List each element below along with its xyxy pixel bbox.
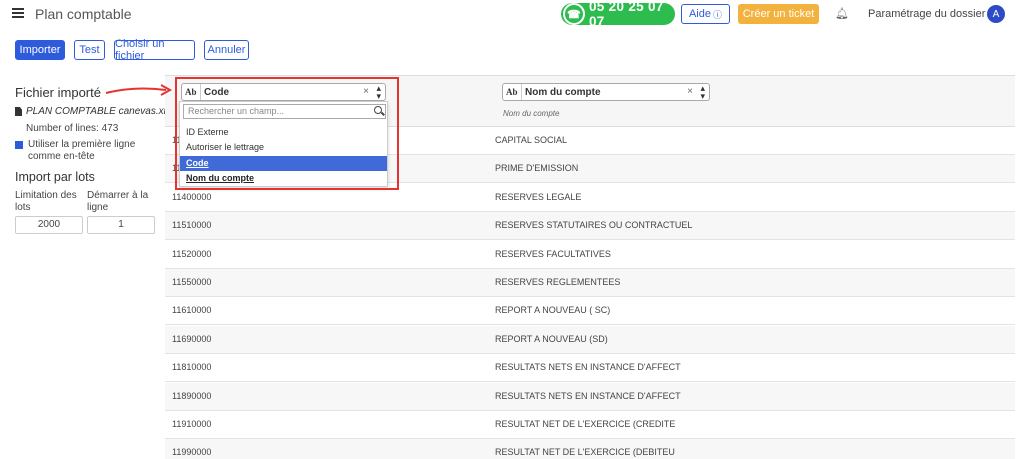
help-label: Aide — [688, 8, 711, 20]
account-name-cell: REPORT A NOUVEAU (SD) — [495, 333, 608, 344]
table-row: 11550000 RESERVES REGLEMENTEES — [165, 269, 1015, 297]
code-cell: 11990000 — [172, 447, 212, 458]
highlight-frame — [175, 77, 399, 190]
account-name-cell: RESERVES LEGALE — [495, 191, 582, 202]
batch-limit-label: Limitation des lots — [15, 190, 77, 213]
bell-icon[interactable]: 🔔︎ — [835, 7, 849, 20]
table-row: 11990000 RESULTAT NET DE L'EXERCICE (DEBI… — [165, 439, 1015, 459]
account-name-cell: CAPITAL SOCIAL — [495, 135, 568, 145]
file-name: PLAN COMPTABLE canevas.xlsx — [26, 106, 176, 117]
menu-icon[interactable] — [12, 8, 24, 18]
file-name-line: PLAN COMPTABLE canevas.xlsx — [15, 106, 176, 117]
code-cell: 11520000 — [172, 248, 212, 259]
code-cell: 11400000 — [172, 191, 212, 202]
question-circle-icon: ⓘ — [713, 9, 723, 20]
table-row: 11520000 RESERVES FACULTATIVES — [165, 241, 1015, 269]
avatar[interactable]: A — [987, 5, 1005, 23]
headset-icon: ☎ — [563, 3, 585, 25]
line-count: Number of lines: 473 — [26, 123, 119, 134]
table-row: 11510000 RESERVES STATUTAIRES OU CONTRACT… — [165, 212, 1015, 241]
code-cell: 11910000 — [172, 419, 212, 429]
account-name-cell: RESERVES STATUTAIRES OU CONTRACTUEL — [495, 220, 693, 231]
code-cell: 11610000 — [172, 305, 212, 316]
top-bar: Plan comptable ☎ 05 20 25 07 07 Aide ⓘ C… — [0, 0, 1024, 30]
import-button[interactable]: Importer — [15, 40, 65, 60]
document-icon — [15, 107, 22, 116]
use-first-line-label: Utiliser la première ligne comme en-tête — [28, 139, 136, 162]
help-button[interactable]: Aide ⓘ — [681, 4, 730, 24]
create-ticket-button[interactable]: Créer un ticket — [738, 4, 819, 24]
column-hint: Nom du compte — [503, 109, 560, 118]
account-name-cell: RESULTATS NETS EN INSTANCE D'AFFECT — [495, 362, 681, 373]
code-cell: 11810000 — [172, 362, 212, 373]
batch-limit-input[interactable]: 2000 — [15, 216, 83, 234]
start-line-label: Démarrer à la ligne — [87, 190, 149, 213]
clear-icon[interactable]: × — [687, 86, 693, 97]
text-type-icon: Ab — [506, 87, 518, 97]
table-row: 11890000 RESULTATS NETS EN INSTANCE D'AFF… — [165, 382, 1015, 411]
red-arrow-icon — [105, 84, 173, 96]
account-name-cell: RESULTAT NET DE L'EXERCICE (CREDITE — [495, 419, 676, 429]
table-row: 11610000 REPORT A NOUVEAU ( SC) — [165, 297, 1015, 326]
account-name-cell: RESULTATS NETS EN INSTANCE D'AFFECT — [495, 390, 681, 401]
code-cell: 11510000 — [172, 220, 212, 231]
test-button[interactable]: Test — [74, 40, 105, 60]
start-line-input[interactable]: 1 — [87, 216, 155, 234]
use-first-line-checkbox[interactable]: Utiliser la première ligne comme en-tête — [15, 139, 155, 163]
account-name-cell: RESERVES REGLEMENTEES — [495, 277, 621, 287]
code-cell: 11690000 — [172, 333, 212, 344]
column-mapping-select-name[interactable]: Ab Nom du compte × ▴ ▾ — [502, 83, 710, 101]
account-name-cell: REPORT A NOUVEAU ( SC) — [495, 305, 611, 316]
table-row: 11810000 RESULTATS NETS EN INSTANCE D'AFF… — [165, 354, 1015, 383]
phone-number: 05 20 25 07 07 — [589, 0, 664, 29]
choose-file-button[interactable]: Choisir un fichier — [114, 38, 195, 62]
page-title: Plan comptable — [35, 6, 132, 22]
settings-link[interactable]: Paramétrage du dossier — [868, 8, 985, 20]
checkbox-checked-icon[interactable] — [15, 141, 23, 149]
account-name-cell: PRIME D'EMISSION — [495, 163, 579, 174]
batch-import-title: Import par lots — [15, 170, 95, 184]
code-cell: 11890000 — [172, 390, 212, 401]
selected-field: Nom du compte — [525, 87, 601, 98]
phone-button[interactable]: ☎ 05 20 25 07 07 — [561, 0, 675, 29]
table-row: 11690000 REPORT A NOUVEAU (SD) — [165, 325, 1015, 354]
imported-file-title: Fichier importé — [15, 85, 101, 100]
updown-icon: ▴ ▾ — [700, 83, 705, 101]
account-name-cell: RESULTAT NET DE L'EXERCICE (DEBITEU — [495, 447, 675, 458]
cancel-button[interactable]: Annuler — [204, 40, 249, 60]
account-name-cell: RESERVES FACULTATIVES — [495, 248, 611, 259]
code-cell: 11550000 — [172, 277, 212, 287]
table-row: 11910000 RESULTAT NET DE L'EXERCICE (CRED… — [165, 411, 1015, 439]
